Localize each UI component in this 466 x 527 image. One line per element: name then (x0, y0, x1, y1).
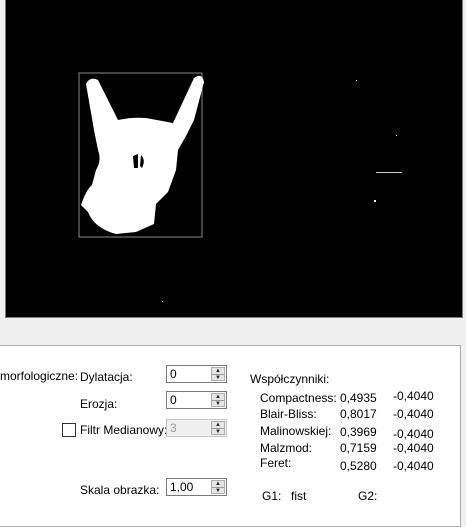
down-arrow-icon[interactable]: ▼ (212, 374, 224, 381)
g2-label: G2: (358, 489, 378, 503)
scale-spinner[interactable]: ▲ ▼ (211, 480, 225, 494)
coefficients-title: Współczynniki: (250, 372, 330, 386)
coef-value-2: -0,4040 (393, 459, 434, 473)
coef-value: 0,7159 (340, 441, 377, 455)
coef-value-2: -0,4040 (393, 389, 434, 403)
dilation-input[interactable]: 0 ▲ ▼ (166, 365, 227, 383)
erosion-spinner[interactable]: ▲ ▼ (211, 393, 225, 407)
coef-value: 0,3969 (340, 425, 377, 439)
down-arrow-icon[interactable]: ▼ (212, 400, 224, 407)
coef-value: 0,5280 (340, 459, 377, 473)
g1-value: fist (291, 489, 307, 503)
coef-value-2: -0,4040 (393, 427, 434, 441)
erosion-input[interactable]: 0 ▲ ▼ (166, 391, 227, 409)
median-filter-checkbox[interactable] (62, 423, 76, 437)
coef-name: Malzmod: (260, 441, 313, 455)
morphology-label: morfologiczne: (0, 369, 79, 383)
g1-label: G1: (262, 489, 282, 503)
down-arrow-icon[interactable]: ▼ (212, 487, 224, 494)
median-filter-input[interactable]: 3 ▲ ▼ (166, 419, 227, 437)
scale-input[interactable]: 1,00 ▲ ▼ (166, 478, 227, 496)
down-arrow-icon[interactable]: ▼ (212, 428, 224, 435)
image-preview (5, 0, 463, 318)
scale-label: Skala obrazka: (80, 483, 160, 497)
coef-value: 0,8017 (340, 407, 377, 421)
coef-name: Blair-Bliss: (260, 407, 317, 421)
coef-value-2: -0,4040 (393, 441, 434, 455)
coef-value: 0,4935 (340, 391, 377, 405)
coef-name: Malinowskiej: (260, 424, 332, 438)
median-spinner[interactable]: ▲ ▼ (211, 421, 225, 435)
coef-value-2: -0,4040 (393, 407, 434, 421)
dilation-spinner[interactable]: ▲ ▼ (211, 367, 225, 381)
erosion-label: Erozja: (80, 397, 118, 411)
dilation-label: Dylatacja: (80, 370, 133, 384)
binary-hand-image (78, 72, 402, 302)
median-filter-label: Filtr Medianowy: (80, 423, 168, 437)
coef-name: Feret: (260, 456, 292, 470)
coef-name: Compactness: (260, 391, 337, 405)
